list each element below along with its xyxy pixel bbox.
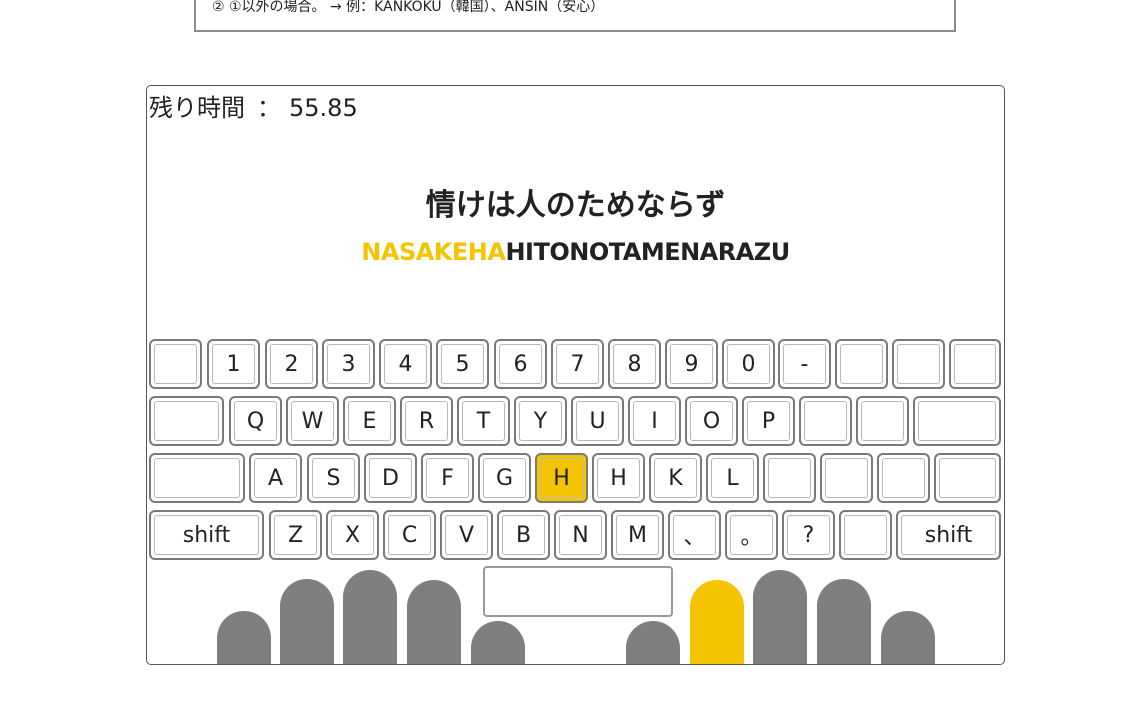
key-7: 7 [551, 339, 604, 389]
timer-separator: ： [257, 94, 281, 122]
key-5: 5 [436, 339, 489, 389]
key-blank [892, 339, 945, 389]
key-w: W [286, 396, 339, 446]
note-text: ② ①以外の場合。 → 例：KANKOKU（韓国）、ANSIN（安心） [212, 0, 605, 15]
right-pinky-finger [881, 611, 935, 664]
timer: 残り時間 ： 55.85 [149, 88, 358, 123]
timer-value: 55.85 [289, 94, 358, 122]
key-caps [149, 453, 245, 503]
key-8: 8 [608, 339, 661, 389]
key-y: Y [514, 396, 567, 446]
key-blank [835, 339, 888, 389]
key-blank [839, 510, 892, 560]
key-v: V [440, 510, 493, 560]
key-blank [856, 396, 909, 446]
key-z: Z [269, 510, 322, 560]
key-k: K [649, 453, 702, 503]
key-6: 6 [494, 339, 547, 389]
key-q: Q [229, 396, 282, 446]
key-p: P [742, 396, 795, 446]
key-1: 1 [207, 339, 260, 389]
key-shift-right: shift [896, 510, 1001, 560]
key-b: B [497, 510, 550, 560]
key-i: I [628, 396, 681, 446]
key-period: 。 [725, 510, 778, 560]
romaji-line: NASAKEHAHITONOTAMENARAZU [147, 238, 1004, 266]
left-pinky-finger [217, 611, 271, 664]
left-middle-finger [343, 570, 397, 664]
key-h-highlighted: H [535, 453, 588, 503]
left-index-finger [407, 580, 461, 664]
key-n: N [554, 510, 607, 560]
space-key [483, 566, 673, 617]
key-l: L [706, 453, 759, 503]
key-c: C [383, 510, 436, 560]
key-m: M [611, 510, 664, 560]
key-blank [820, 453, 873, 503]
key-e: E [343, 396, 396, 446]
right-ring-finger [817, 579, 871, 664]
right-index-finger [690, 580, 744, 664]
key-shift-left: shift [149, 510, 264, 560]
key-g: G [478, 453, 531, 503]
romaji-typed: NASAKEHA [361, 238, 506, 266]
key-enter [913, 396, 1001, 446]
romaji-remaining: HITONOTAMENARAZU [505, 238, 790, 266]
key-r: R [400, 396, 453, 446]
target-phrase: 情けは人のためならず [425, 188, 726, 223]
key-4: 4 [379, 339, 432, 389]
key-0: 0 [722, 339, 775, 389]
typing-game-panel: 残り時間 ： 55.85 情けは人のためならず NASAKEHAHITONOTAME… [146, 85, 1005, 665]
left-ring-finger [280, 579, 334, 664]
key-f: F [421, 453, 474, 503]
key-9: 9 [665, 339, 718, 389]
key-t: T [457, 396, 510, 446]
key-2: 2 [265, 339, 318, 389]
right-middle-finger [753, 570, 807, 664]
key-blank [934, 453, 1001, 503]
key-comma: 、 [668, 510, 721, 560]
key-tab [149, 396, 224, 446]
key-a: A [249, 453, 302, 503]
key-blank [949, 339, 1001, 389]
left-thumb [471, 621, 525, 664]
key-blank [763, 453, 816, 503]
timer-label: 残り時間 [149, 94, 245, 122]
key-3: 3 [322, 339, 375, 389]
key-o: O [685, 396, 738, 446]
key-question: ? [782, 510, 835, 560]
key-u: U [571, 396, 624, 446]
key-minus: - [778, 339, 831, 389]
instruction-note: ② ①以外の場合。 → 例：KANKOKU（韓国）、ANSIN（安心） [194, 0, 956, 32]
key-h: H [592, 453, 645, 503]
key-blank [799, 396, 852, 446]
key-blank [149, 339, 202, 389]
right-thumb [626, 621, 680, 664]
key-s: S [307, 453, 360, 503]
key-x: X [326, 510, 379, 560]
key-blank [877, 453, 930, 503]
key-d: D [364, 453, 417, 503]
